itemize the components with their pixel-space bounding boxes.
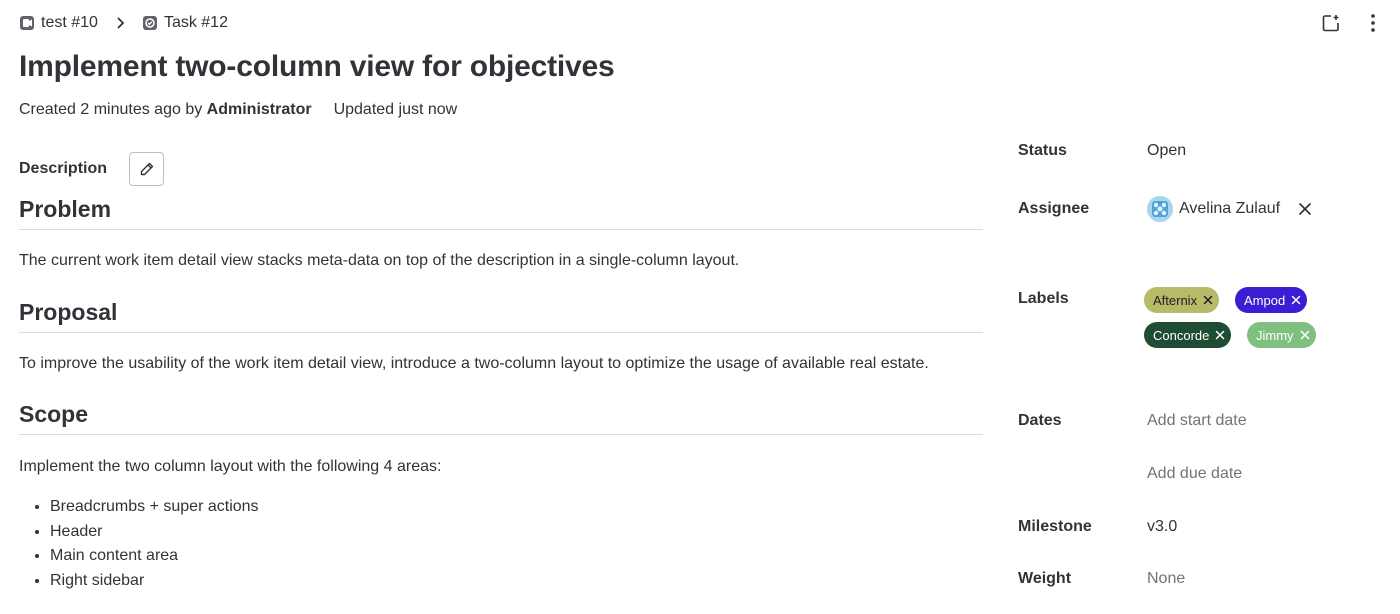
label-pill-concorde[interactable]: Concorde: [1144, 322, 1232, 348]
breadcrumb-item-objective[interactable]: test #10: [19, 14, 98, 32]
description-header: Description: [19, 152, 983, 186]
list-item: Header: [50, 522, 259, 547]
assignee-value: Avelina Zulauf: [1147, 196, 1312, 222]
description-label: Description: [19, 160, 108, 177]
heading-scope: Scope: [19, 401, 983, 435]
avatar[interactable]: [1147, 196, 1173, 222]
right-sidebar: Status Open Assignee Avelina Zulauf Labe…: [1018, 0, 1388, 614]
author-link[interactable]: Administrator: [207, 101, 312, 118]
scope-list: Breadcrumbs + super actions Header Main …: [50, 497, 259, 595]
page-title: Implement two-column view for objectives: [19, 50, 615, 83]
due-date-field[interactable]: Add due date: [1147, 465, 1242, 483]
start-date-field[interactable]: Add start date: [1147, 412, 1247, 430]
label-pill-afternix[interactable]: Afternix: [1144, 287, 1220, 313]
label-pill-text: Jimmy: [1256, 327, 1294, 343]
task-icon: [142, 15, 158, 31]
milestone-value[interactable]: v3.0: [1147, 518, 1177, 536]
remove-assignee-icon[interactable]: [1298, 202, 1312, 216]
list-item: Main content area: [50, 546, 259, 571]
pencil-icon: [139, 161, 155, 177]
remove-label-icon[interactable]: [1300, 330, 1310, 340]
paragraph-proposal: To improve the usability of the work ite…: [19, 355, 929, 372]
main-content: Description Problem The current work ite…: [19, 152, 983, 589]
breadcrumb-item-label: Task #12: [163, 14, 228, 31]
breadcrumb-item-task[interactable]: Task #12: [142, 14, 228, 32]
heading-proposal: Proposal: [19, 299, 983, 333]
paragraph-problem: The current work item detail view stacks…: [19, 252, 740, 269]
remove-label-icon[interactable]: [1291, 295, 1301, 305]
milestone-label: Milestone: [1018, 518, 1092, 535]
assignee-label: Assignee: [1018, 200, 1090, 217]
updated-info: Updated just now: [333, 101, 458, 118]
label-pill-text: Ampod: [1244, 292, 1286, 308]
label-pill-ampod[interactable]: Ampod: [1235, 287, 1308, 313]
list-item: Breadcrumbs + super actions: [50, 497, 259, 522]
status-label: Status: [1018, 142, 1067, 159]
created-info: Created 2 minutes ago by Administrator: [19, 101, 312, 119]
label-pill-jimmy[interactable]: Jimmy: [1247, 322, 1316, 348]
created-text: Created 2 minutes ago by: [19, 101, 203, 118]
heading-problem: Problem: [19, 196, 983, 230]
weight-label: Weight: [1018, 570, 1072, 587]
chevron-right-icon: [116, 17, 126, 29]
remove-label-icon[interactable]: [1215, 330, 1225, 340]
label-pill-text: Concorde: [1153, 327, 1210, 343]
dates-label: Dates: [1018, 412, 1062, 429]
breadcrumb: test #10 Task #12: [19, 12, 228, 34]
objective-icon: [19, 15, 35, 31]
labels-label: Labels: [1018, 290, 1069, 307]
assignee-name[interactable]: Avelina Zulauf: [1179, 200, 1280, 218]
paragraph-scope: Implement the two column layout with the…: [19, 458, 442, 475]
edit-description-button[interactable]: [129, 152, 165, 186]
remove-label-icon[interactable]: [1203, 295, 1213, 305]
status-value[interactable]: Open: [1147, 142, 1186, 160]
list-item: Right sidebar: [50, 571, 259, 596]
weight-value[interactable]: None: [1147, 570, 1185, 588]
label-pill-text: Afternix: [1153, 292, 1198, 308]
page-meta: Created 2 minutes ago by Administrator U…: [19, 101, 457, 119]
breadcrumb-item-label: test #10: [41, 14, 98, 31]
